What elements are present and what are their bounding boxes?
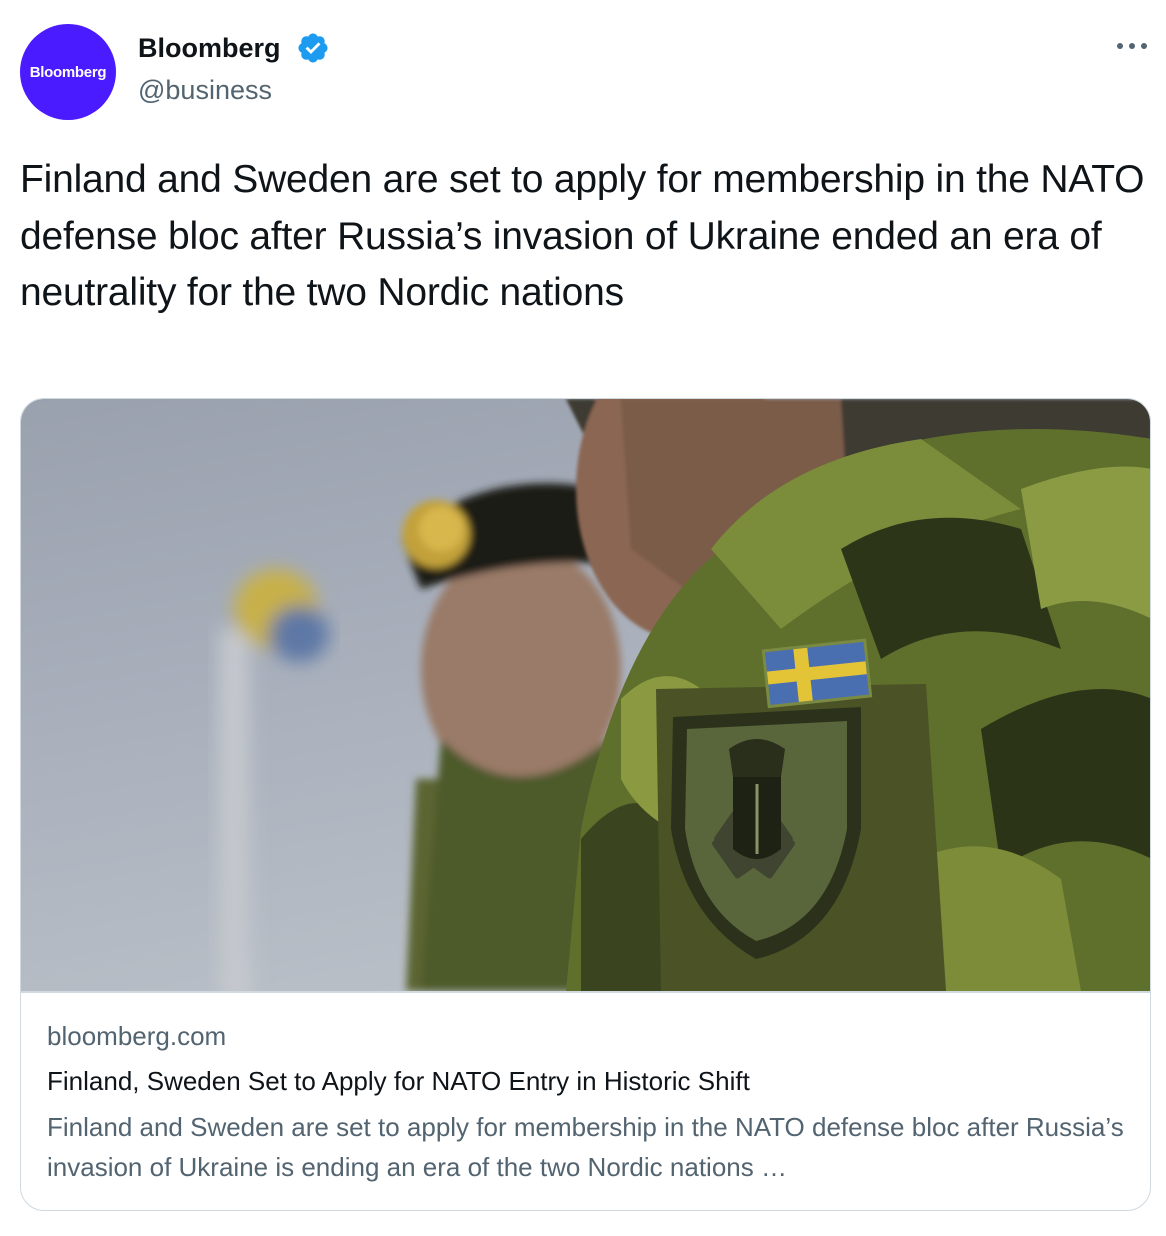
verified-badge-icon <box>298 33 328 63</box>
card-domain: bloomberg.com <box>47 1021 227 1051</box>
avatar-logo-text: Bloomberg <box>29 63 107 81</box>
more-horizontal-icon[interactable] <box>1112 34 1152 58</box>
tweet-text: Finland and Sweden are set to apply for … <box>20 158 1145 314</box>
author-handle[interactable]: @business <box>138 72 272 108</box>
avatar[interactable]: Bloomberg <box>20 24 116 120</box>
card-title[interactable]: Finland, Sweden Set to Apply for NATO En… <box>47 1064 750 1098</box>
link-card[interactable]: bloomberg.com Finland, Sweden Set to App… <box>20 398 1151 1211</box>
card-description: Finland and Sweden are set to apply for … <box>47 1112 1124 1182</box>
author-name[interactable]: Bloomberg <box>138 30 281 66</box>
card-image[interactable] <box>21 399 1151 991</box>
tweet[interactable]: Bloomberg Bloomberg @business Finland an… <box>0 0 1166 1236</box>
card-divider <box>21 991 1150 993</box>
